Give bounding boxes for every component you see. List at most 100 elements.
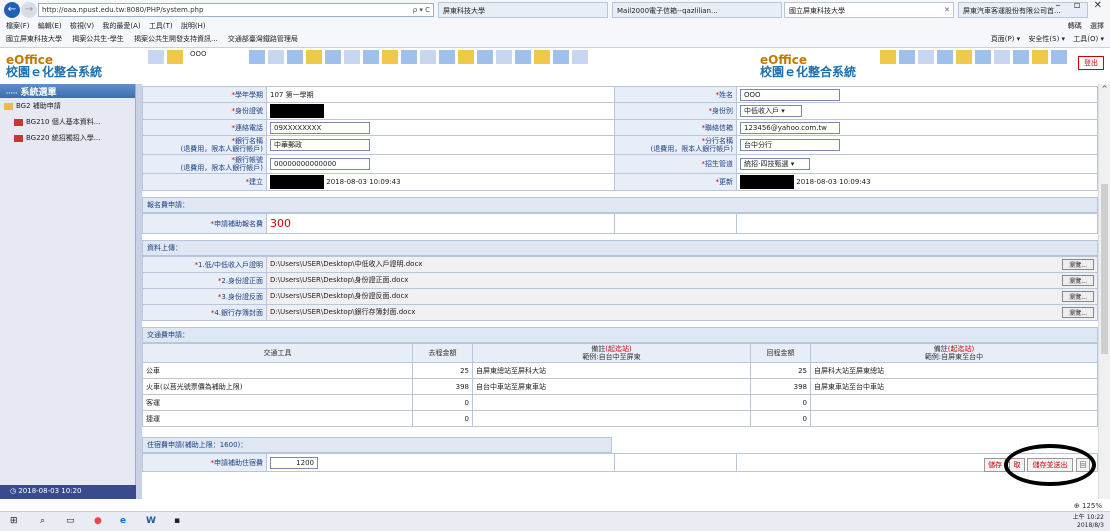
- folder-icon: [4, 102, 13, 110]
- close-tab-icon[interactable]: ✕: [944, 6, 950, 14]
- url-text: http://oaa.npust.edu.tw:8080/PHP/system.…: [42, 6, 204, 14]
- menu-help[interactable]: 說明(H): [181, 22, 206, 30]
- word-icon[interactable]: W: [146, 516, 156, 526]
- command-bar: 頁面(P) ▾ 安全性(S) ▾ 工具(O) ▾: [985, 34, 1104, 44]
- favorite-link[interactable]: 國立屏東科技大學: [6, 35, 62, 43]
- favorites-bar: 國立屏東科技大學 揭案公共生-學生 揭案公共生開發支持資訊... 交通部臺灣鐵路…: [6, 34, 306, 44]
- label-upload-1: *1.低/中低收入戶證明: [142, 256, 267, 273]
- go-amount-input[interactable]: 0: [412, 410, 473, 427]
- go-amount-input[interactable]: 0: [412, 394, 473, 411]
- tab-3[interactable]: 國立屏東科技大學 ✕: [784, 2, 954, 18]
- favorite-link[interactable]: 交通部臺灣鐵路管理局: [228, 35, 298, 43]
- menu-edit[interactable]: 編輯(E): [38, 22, 62, 30]
- back-amount-input[interactable]: 398: [750, 378, 811, 395]
- email-input[interactable]: 123456@yahoo.com.tw: [740, 121, 840, 134]
- sidebar-item-bg210[interactable]: BG210 個人基本資料...: [0, 114, 135, 130]
- translate-button[interactable]: 轉碼: [1068, 22, 1082, 30]
- table-row: 客運 0 0: [142, 394, 1098, 411]
- zoom-level[interactable]: ⊕ 125%: [1074, 502, 1102, 510]
- app-icon[interactable]: ▪: [174, 516, 180, 526]
- header-stripe: OOO: [148, 50, 591, 64]
- note-go-input[interactable]: [472, 394, 751, 411]
- vertical-scrollbar[interactable]: ^: [1098, 84, 1110, 499]
- browse-button[interactable]: 瀏覽...: [1062, 291, 1094, 302]
- name-input[interactable]: OOO: [740, 88, 840, 101]
- sidebar-item-bg2[interactable]: BG2 補助申請: [0, 98, 135, 114]
- scroll-up-icon[interactable]: ^: [1099, 85, 1110, 93]
- redacted-box: [270, 104, 324, 118]
- go-amount-input[interactable]: 25: [412, 362, 473, 379]
- sidebar-clock-text: 2018-08-03 10:20: [18, 487, 82, 495]
- back-amount-input[interactable]: 0: [750, 410, 811, 427]
- page-menu[interactable]: 頁面(P) ▾: [991, 35, 1020, 43]
- header-stripe-2: [880, 50, 1070, 64]
- taskbar: ⊞ ⌕ ▭ ● e W ▪ 上午 10:22 2018/8/3: [0, 511, 1110, 531]
- note-back-input[interactable]: [810, 410, 1098, 427]
- browse-button[interactable]: 瀏覽...: [1062, 275, 1094, 286]
- file-input-1[interactable]: D:\Users\USER\Desktop\中低收入戶證明.docx 瀏覽...: [266, 256, 1098, 273]
- file-input-4[interactable]: D:\Users\USER\Desktop\銀行存簿封面.docx 瀏覽...: [266, 304, 1098, 321]
- label-upload-3: *3.身份證反面: [142, 288, 267, 305]
- browse-button[interactable]: 瀏覽...: [1062, 307, 1094, 318]
- chrome-icon[interactable]: ●: [94, 516, 102, 526]
- address-icons[interactable]: ρ ▾ C: [413, 6, 430, 14]
- tab-2[interactable]: Mail2000電子信箱--qazlilian...: [612, 2, 782, 18]
- tab-label: Mail2000電子信箱--qazlilian...: [617, 7, 718, 15]
- logout-button[interactable]: 登出: [1078, 56, 1104, 70]
- account-input[interactable]: 00000000000000: [270, 158, 370, 170]
- safety-menu[interactable]: 安全性(S) ▾: [1028, 35, 1065, 43]
- select-button[interactable]: 選擇: [1090, 22, 1104, 30]
- window-controls: – ▫ ✕: [1055, 0, 1102, 11]
- task-view-icon[interactable]: ▭: [66, 516, 75, 526]
- minimize-icon[interactable]: –: [1055, 0, 1060, 11]
- menu-view[interactable]: 檢視(V): [70, 22, 94, 30]
- bank-input[interactable]: 中華郵政: [270, 139, 370, 151]
- table-row: 火車(以莒光號票價為補助上限) 398 自台中車站至屏東車站 398 自屏東車站…: [142, 378, 1098, 395]
- app-header: eOffice 校園ｅ化整合系統 OOO eOffice 校園ｅ化整合系統 登出: [0, 48, 1110, 84]
- lodging-input[interactable]: 1200: [270, 456, 318, 469]
- favorite-link[interactable]: 揭案公共生-學生: [72, 35, 124, 43]
- tools-menu[interactable]: 工具(O) ▾: [1073, 35, 1104, 43]
- back-icon[interactable]: ←: [4, 2, 20, 18]
- windows-start-icon[interactable]: ⊞: [10, 516, 18, 526]
- channel-select[interactable]: 統招-四技甄選 ▾: [740, 158, 810, 170]
- ie-icon[interactable]: e: [120, 516, 126, 526]
- note-back-input[interactable]: 自屏東車站至台中車站: [810, 378, 1098, 395]
- save-button[interactable]: 儲存: [984, 458, 1006, 472]
- browse-button[interactable]: 瀏覽...: [1062, 259, 1094, 270]
- label-id: *身份證號: [142, 102, 267, 120]
- clock-time: 上午 10:22: [1072, 514, 1104, 521]
- tab-1[interactable]: 屏東科技大學: [438, 2, 608, 18]
- go-amount-input[interactable]: 398: [412, 378, 473, 395]
- branch-input[interactable]: 台中分行: [740, 139, 840, 151]
- maximize-icon[interactable]: ▫: [1074, 0, 1081, 11]
- menu-favorites[interactable]: 我的最愛(A): [102, 22, 140, 30]
- label-channel: *招生管道: [614, 154, 737, 174]
- label-email: *聯絡信箱: [614, 119, 737, 136]
- favorite-link[interactable]: 揭案公共生開發支持資訊...: [134, 35, 218, 43]
- note-back-input[interactable]: [810, 394, 1098, 411]
- back-amount-input[interactable]: 0: [750, 394, 811, 411]
- forward-icon[interactable]: →: [21, 2, 37, 18]
- file-input-3[interactable]: D:\Users\USER\Desktop\身份證反面.docx 瀏覽...: [266, 288, 1098, 305]
- label-name: *姓名: [614, 86, 737, 103]
- note-go-input[interactable]: [472, 410, 751, 427]
- zoom-icon: ⊕: [1073, 502, 1082, 510]
- search-icon[interactable]: ⌕: [40, 516, 45, 526]
- note-go-input[interactable]: 自台中車站至屏東車站: [472, 378, 751, 395]
- profile-table: *學年學期 107 第一學期 *姓名 OOO *身份證號 *身份別 中低收入戶 …: [142, 86, 1098, 191]
- identity-select[interactable]: 中低收入戶 ▾: [740, 105, 802, 117]
- sidebar-item-bg220[interactable]: BG220 統招獨招入學...: [0, 130, 135, 146]
- file-input-2[interactable]: D:\Users\USER\Desktop\身份證正面.docx 瀏覽...: [266, 272, 1098, 289]
- col-note2: 備註(起迄站) 範例:自屏東至台中: [810, 343, 1098, 363]
- note-back-input[interactable]: 自屏科大站至屏東總站: [810, 362, 1098, 379]
- back-amount-input[interactable]: 25: [750, 362, 811, 379]
- phone-input[interactable]: 09XXXXXXXX: [270, 121, 370, 134]
- address-bar[interactable]: http://oaa.npust.edu.tw:8080/PHP/system.…: [38, 3, 434, 17]
- menu-tools[interactable]: 工具(T): [149, 22, 173, 30]
- close-window-icon[interactable]: ✕: [1094, 0, 1102, 11]
- scroll-thumb[interactable]: [1101, 184, 1108, 354]
- label-created: *建立: [142, 173, 267, 191]
- note-go-input[interactable]: 自屏東總站至屏科大站: [472, 362, 751, 379]
- menu-file[interactable]: 檔案(F): [6, 22, 30, 30]
